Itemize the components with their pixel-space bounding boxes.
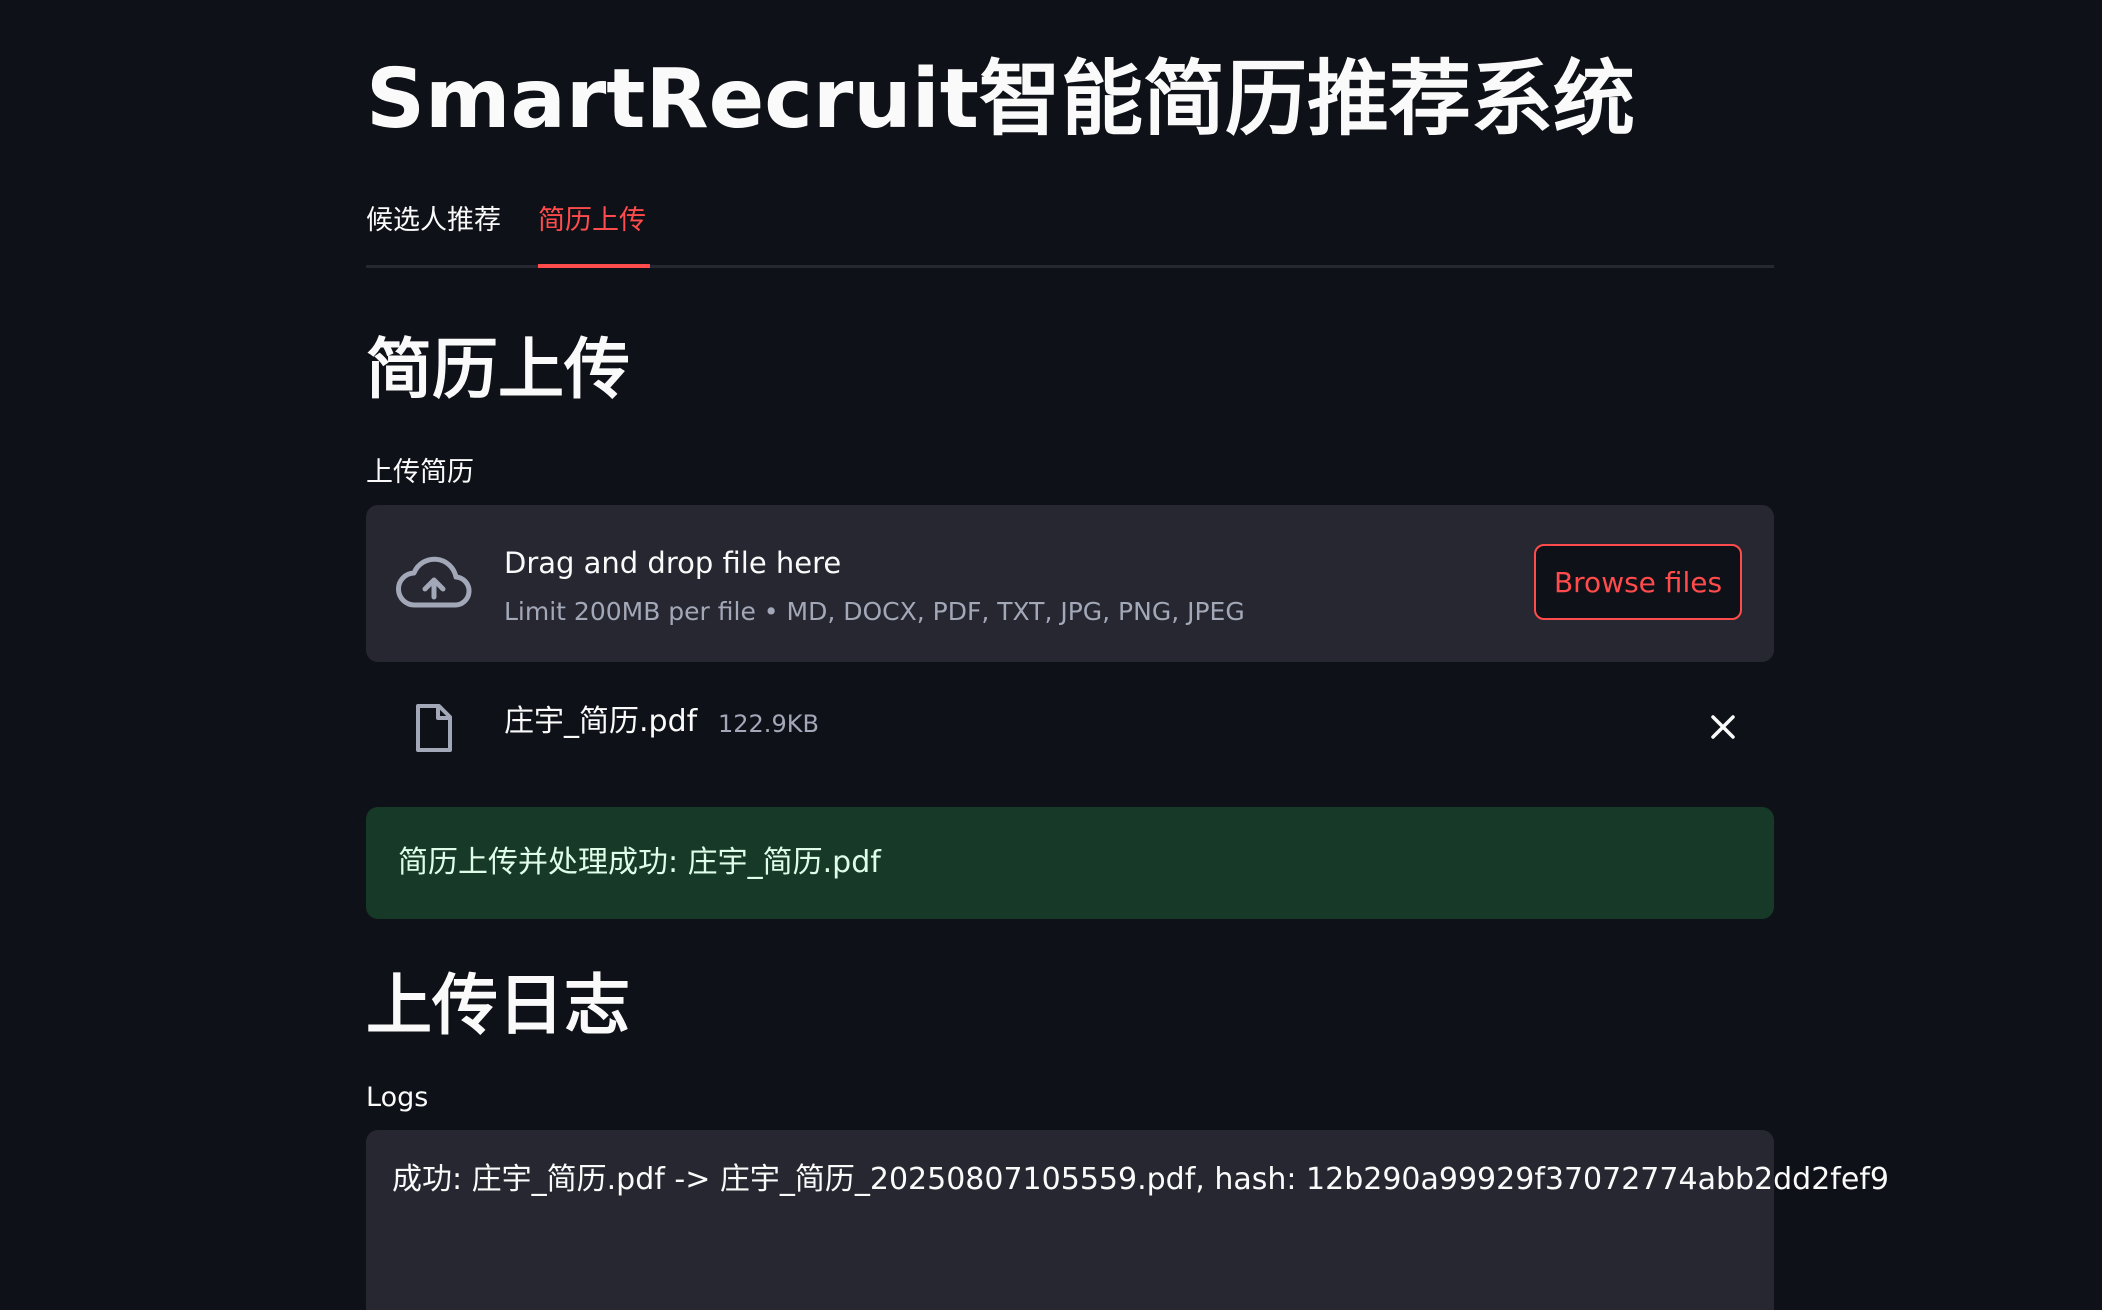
- uploaded-file-row: 庄宇_简历.pdf 122.9KB: [366, 690, 1774, 764]
- upload-section-heading: 简历上传: [366, 331, 630, 408]
- close-icon[interactable]: [1708, 712, 1738, 742]
- active-tab-indicator: [538, 264, 650, 268]
- tab-label: 候选人推荐: [366, 205, 501, 236]
- dropzone-limit-text: Limit 200MB per file • MD, DOCX, PDF, TX…: [504, 597, 1245, 626]
- app-title: SmartRecruit智能简历推荐系统: [366, 52, 1635, 147]
- dropzone-title: Drag and drop file here: [504, 546, 842, 580]
- log-entry: 成功: 庄宇_简历.pdf -> 庄宇_简历_20250807105559.pd…: [392, 1162, 1889, 1197]
- tab-resume-upload[interactable]: 简历上传: [538, 196, 650, 268]
- log-section-heading: 上传日志: [366, 967, 630, 1044]
- browse-files-button[interactable]: Browse files: [1534, 544, 1742, 620]
- file-dropzone[interactable]: Drag and drop file here Limit 200MB per …: [366, 505, 1774, 662]
- cloud-upload-icon: [396, 556, 472, 608]
- uploaded-file-size: 122.9KB: [718, 710, 819, 738]
- success-alert: 简历上传并处理成功: 庄宇_简历.pdf: [366, 807, 1774, 919]
- tab-label: 简历上传: [538, 205, 646, 236]
- logs-textarea[interactable]: 成功: 庄宇_简历.pdf -> 庄宇_简历_20250807105559.pd…: [366, 1130, 1889, 1310]
- logs-field-label: Logs: [366, 1082, 429, 1113]
- tab-bar: 候选人推荐 简历上传: [366, 196, 1774, 268]
- uploaded-file-name: 庄宇_简历.pdf: [504, 704, 698, 739]
- success-message: 简历上传并处理成功: 庄宇_简历.pdf: [398, 845, 881, 880]
- file-icon: [416, 704, 452, 752]
- upload-field-label: 上传简历: [366, 457, 474, 488]
- tab-candidate-recommend[interactable]: 候选人推荐: [366, 196, 506, 268]
